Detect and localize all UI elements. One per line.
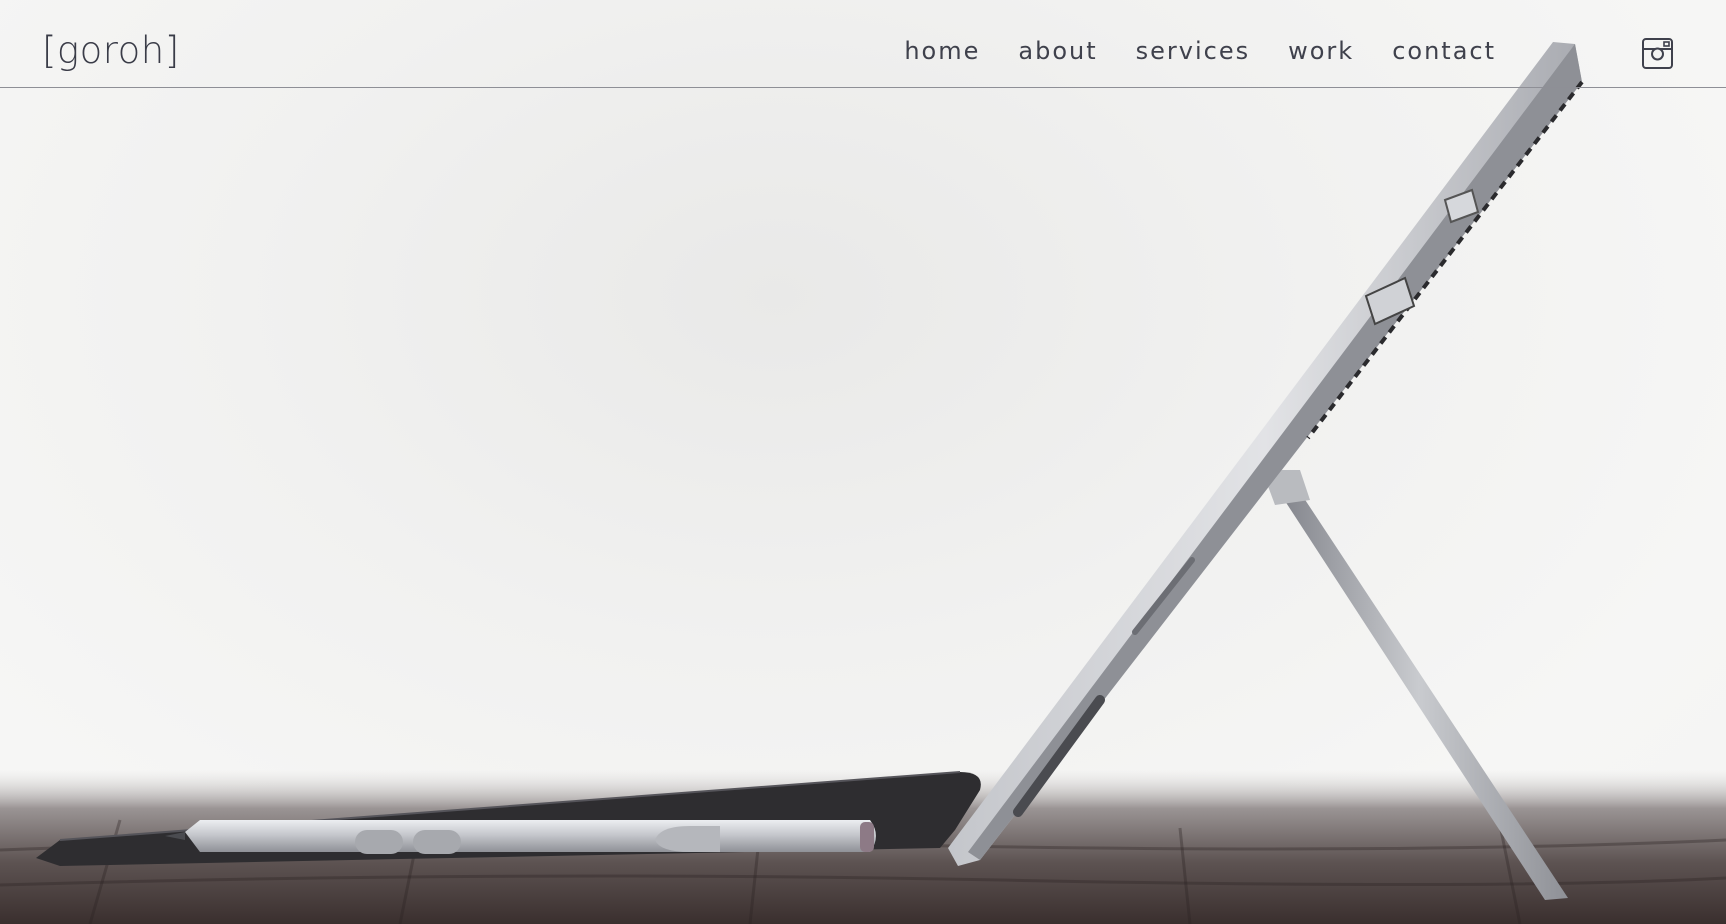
nav-contact[interactable]: contact (1392, 36, 1496, 66)
hero-section: [goroh] home about services work contact (0, 0, 1726, 924)
hero-image (0, 42, 1726, 924)
main-nav: home about services work contact (904, 36, 1496, 66)
nav-services[interactable]: services (1136, 36, 1250, 66)
site-logo[interactable]: [goroh] (42, 27, 180, 75)
instagram-icon[interactable] (1642, 38, 1673, 69)
site-header: [goroh] home about services work contact (0, 0, 1726, 88)
nav-about[interactable]: about (1018, 36, 1097, 66)
nav-home[interactable]: home (904, 36, 980, 66)
nav-work[interactable]: work (1288, 36, 1354, 66)
